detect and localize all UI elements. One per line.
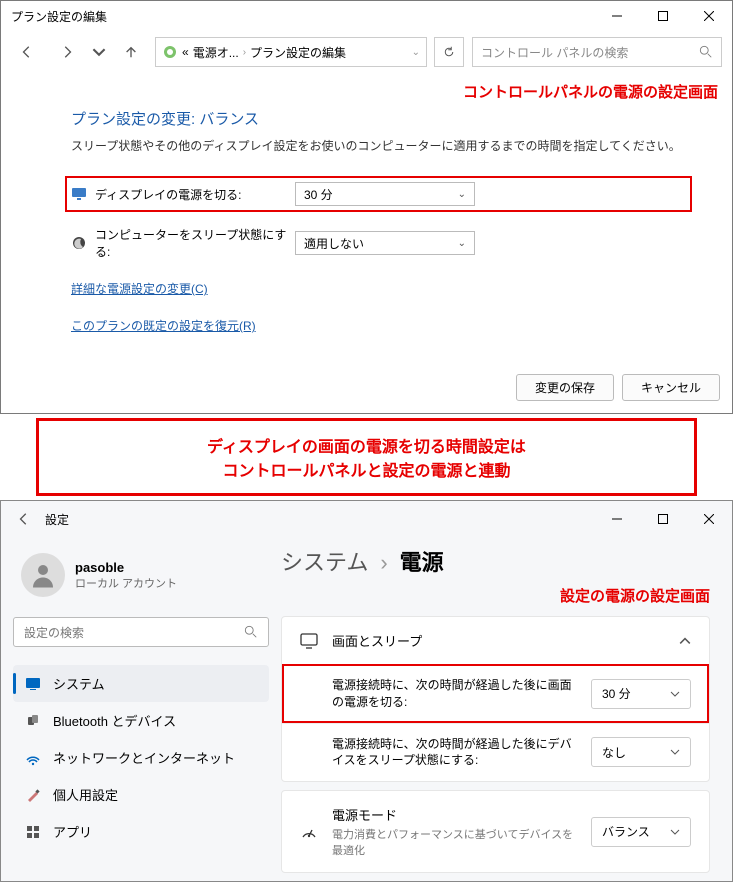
maximize-button[interactable] xyxy=(640,1,686,31)
system-icon xyxy=(25,676,41,692)
back-button[interactable] xyxy=(11,512,37,526)
power-plan-icon xyxy=(162,44,178,60)
chevron-up-icon xyxy=(679,635,691,647)
sidebar: pasoble ローカル アカウント 設定の検索 システム Bluetooth … xyxy=(1,537,281,881)
display-icon xyxy=(71,186,87,202)
sidebar-item-network[interactable]: ネットワークとインターネット xyxy=(13,739,269,776)
minimize-button[interactable] xyxy=(594,504,640,534)
sidebar-item-bluetooth[interactable]: Bluetooth とデバイス xyxy=(13,702,269,739)
network-icon xyxy=(25,750,41,766)
window-title: プラン設定の編集 xyxy=(11,8,594,25)
device-sleep-select[interactable]: なし xyxy=(591,737,691,767)
device-sleep-row: 電源接続時に、次の時間が経過した後にデバイスをスリープ状態にする: なし xyxy=(282,723,709,782)
annotation-box: ディスプレイの画面の電源を切る時間設定は コントロールパネルと設定の電源と連動 xyxy=(36,418,697,496)
search-icon xyxy=(244,625,258,639)
card-header[interactable]: 画面とスリープ xyxy=(282,617,709,664)
breadcrumb-system[interactable]: システム xyxy=(281,545,368,577)
screen-icon xyxy=(300,632,318,650)
minimize-button[interactable] xyxy=(594,1,640,31)
chevron-down-icon: ⌄ xyxy=(458,238,466,249)
bluetooth-icon xyxy=(25,713,41,729)
annotation-label: 設定の電源の設定画面 xyxy=(281,585,710,606)
advanced-settings-link[interactable]: 詳細な電源設定の変更(C) xyxy=(71,280,692,297)
restore-defaults-link[interactable]: このプランの既定の設定を復元(R) xyxy=(71,317,692,334)
display-off-row: ディスプレイの電源を切る: 30 分 ⌄ xyxy=(65,176,692,212)
titlebar: 設定 xyxy=(1,501,732,537)
screen-sleep-card: 画面とスリープ 電源接続時に、次の時間が経過した後に画面の電源を切る: 30 分… xyxy=(281,616,710,782)
power-mode-card: 電源モード 電力消費とパフォーマンスに基づいてデバイスを最適化 バランス xyxy=(281,790,710,873)
profile[interactable]: pasoble ローカル アカウント xyxy=(13,553,269,597)
sidebar-item-system[interactable]: システム xyxy=(13,665,269,702)
chevron-down-icon xyxy=(670,689,680,699)
screen-off-select[interactable]: 30 分 xyxy=(591,679,691,709)
navbar: « 電源オ... › プラン設定の編集 ⌄ コントロール パネルの検索 xyxy=(1,31,732,73)
sleep-select[interactable]: 適用しない ⌄ xyxy=(295,231,475,255)
up-button[interactable] xyxy=(115,38,147,66)
chevron-down-icon: ⌄ xyxy=(458,189,466,200)
main-content: システム › 電源 設定の電源の設定画面 画面とスリープ 電源接続時に、次の時間… xyxy=(281,537,732,881)
refresh-button[interactable] xyxy=(434,37,464,67)
close-button[interactable] xyxy=(686,1,732,31)
sleep-icon xyxy=(71,235,87,251)
search-input[interactable]: コントロール パネルの検索 xyxy=(472,37,722,67)
chevron-down-icon xyxy=(670,747,680,757)
window-title: 設定 xyxy=(45,511,594,528)
settings-window: 設定 pasoble ローカル アカウント 設定の検索 xyxy=(0,500,733,882)
display-off-select[interactable]: 30 分 ⌄ xyxy=(295,182,475,206)
back-button[interactable] xyxy=(11,38,43,66)
annotation-label: コントロールパネルの電源の設定画面 xyxy=(1,73,732,104)
breadcrumb-item[interactable]: 電源オ... xyxy=(193,44,239,61)
profile-account: ローカル アカウント xyxy=(75,575,177,591)
personalize-icon xyxy=(25,787,41,803)
close-button[interactable] xyxy=(686,504,732,534)
maximize-button[interactable] xyxy=(640,504,686,534)
avatar xyxy=(21,553,65,597)
address-bar[interactable]: « 電源オ... › プラン設定の編集 ⌄ xyxy=(155,37,427,67)
screen-off-row: 電源接続時に、次の時間が経過した後に画面の電源を切る: 30 分 xyxy=(282,664,709,723)
save-button[interactable]: 変更の保存 xyxy=(516,374,614,401)
sidebar-item-personalize[interactable]: 個人用設定 xyxy=(13,776,269,813)
power-mode-row: 電源モード 電力消費とパフォーマンスに基づいてデバイスを最適化 バランス xyxy=(282,791,709,872)
control-panel-window: プラン設定の編集 « 電源オ... › プラン設定の編集 ⌄ コントロール パネ… xyxy=(0,0,733,414)
sleep-row: コンピューターをスリープ状態にする: 適用しない ⌄ xyxy=(71,226,692,260)
forward-button[interactable] xyxy=(51,38,83,66)
chevron-down-icon xyxy=(670,827,680,837)
search-icon xyxy=(699,45,713,59)
titlebar: プラン設定の編集 xyxy=(1,1,732,31)
breadcrumb-item[interactable]: プラン設定の編集 xyxy=(250,44,346,61)
page-description: スリープ状態やその他のディスプレイ設定をお使いのコンピューターに適用するまでの時… xyxy=(71,137,692,154)
power-mode-icon xyxy=(300,823,318,841)
settings-search-input[interactable]: 設定の検索 xyxy=(13,617,269,647)
page-heading: プラン設定の変更: バランス xyxy=(71,108,692,129)
power-mode-select[interactable]: バランス xyxy=(591,817,691,847)
chevron-down-icon[interactable]: ⌄ xyxy=(412,47,420,58)
apps-icon xyxy=(25,824,41,840)
profile-name: pasoble xyxy=(75,560,177,575)
recent-button[interactable] xyxy=(91,38,107,66)
sidebar-item-apps[interactable]: アプリ xyxy=(13,813,269,850)
page-title: システム › 電源 xyxy=(281,545,710,577)
cancel-button[interactable]: キャンセル xyxy=(622,374,720,401)
